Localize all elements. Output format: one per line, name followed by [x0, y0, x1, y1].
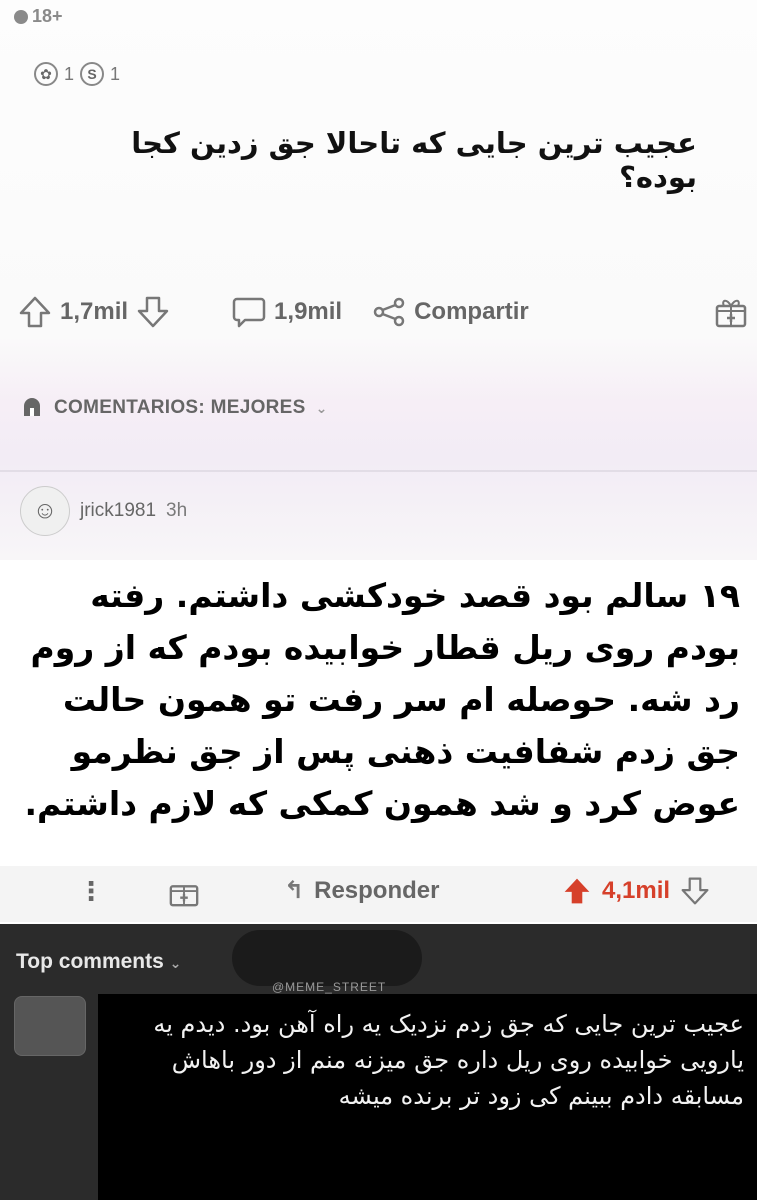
top-comments-label: Top comments — [16, 950, 164, 973]
more-vertical-icon: ⋮ — [78, 876, 104, 906]
comment-body: ۱۹ سالم بود قصد خودکشی داشتم. رفته بودم … — [24, 576, 740, 823]
comment-score: 4,1mil — [602, 877, 671, 904]
gift-icon — [714, 295, 748, 329]
awards-row[interactable]: ✿ 1 S 1 — [34, 62, 120, 86]
watermark: @MEME_STREET — [272, 980, 387, 994]
sort-label: COMENTARIOS: MEJORES — [54, 397, 306, 418]
reply-label: Responder — [314, 876, 440, 904]
post-actions-bar: 1,7mil 1,9mil Compartir — [18, 290, 748, 334]
gift-icon — [168, 876, 200, 908]
comment-count: 1,9mil — [274, 298, 343, 325]
more-options-button[interactable]: ⋮ — [78, 876, 104, 907]
award-icon: ✿ — [34, 62, 58, 86]
comment-bubble-icon — [232, 296, 266, 328]
give-award-button[interactable] — [714, 295, 748, 329]
share-icon — [372, 297, 406, 327]
user-avatar[interactable]: ☺ — [20, 486, 70, 536]
comment-vote-group: 4,1mil — [562, 876, 710, 906]
divider — [0, 470, 757, 472]
upvote-arrow-filled-icon[interactable] — [562, 876, 592, 906]
comment-author[interactable]: ☺ jrick1981 3h — [20, 486, 187, 536]
comment-time: 3h — [166, 500, 188, 521]
chevron-down-icon: ⌄ — [315, 399, 328, 416]
nsfw-badge: 18+ — [14, 6, 63, 27]
comments-button[interactable]: 1,9mil — [232, 296, 342, 328]
downvote-arrow-icon[interactable] — [136, 295, 170, 329]
upvote-arrow-icon[interactable] — [18, 295, 52, 329]
share-label: Compartir — [414, 298, 529, 325]
blurred-overlay — [232, 930, 422, 986]
comment-username[interactable]: jrick1981 — [80, 500, 156, 522]
comment-body: عجیب ترین جایی که جق زدم نزدیک یه راه آه… — [153, 1010, 744, 1110]
post-title: عجیب ترین جایی که تاحالا جق زدین کجا بود… — [131, 126, 697, 194]
reply-button[interactable]: ↰ Responder — [284, 876, 439, 905]
reply-arrow-icon: ↰ — [284, 877, 305, 904]
comment-sort-selector[interactable]: COMENTARIOS: MEJORES ⌄ — [20, 396, 328, 420]
downvote-arrow-icon[interactable] — [680, 876, 710, 906]
silver-award-icon: S — [80, 62, 105, 86]
share-button[interactable]: Compartir — [372, 297, 529, 327]
upvote-count: 1,7mil — [60, 298, 129, 325]
nsfw-badge-text: 18+ — [32, 6, 63, 26]
chevron-down-icon: ⌄ — [169, 955, 182, 971]
sort-icon — [20, 396, 44, 420]
upvote-group: 1,7mil — [18, 295, 170, 329]
award-count: 1 — [110, 63, 121, 84]
award-count: 1 — [64, 63, 75, 84]
top-comments-header[interactable]: Top comments ⌄ — [16, 950, 181, 974]
user-avatar[interactable] — [14, 996, 86, 1056]
give-award-button[interactable] — [168, 876, 200, 908]
nsfw-dot-icon — [14, 9, 28, 24]
